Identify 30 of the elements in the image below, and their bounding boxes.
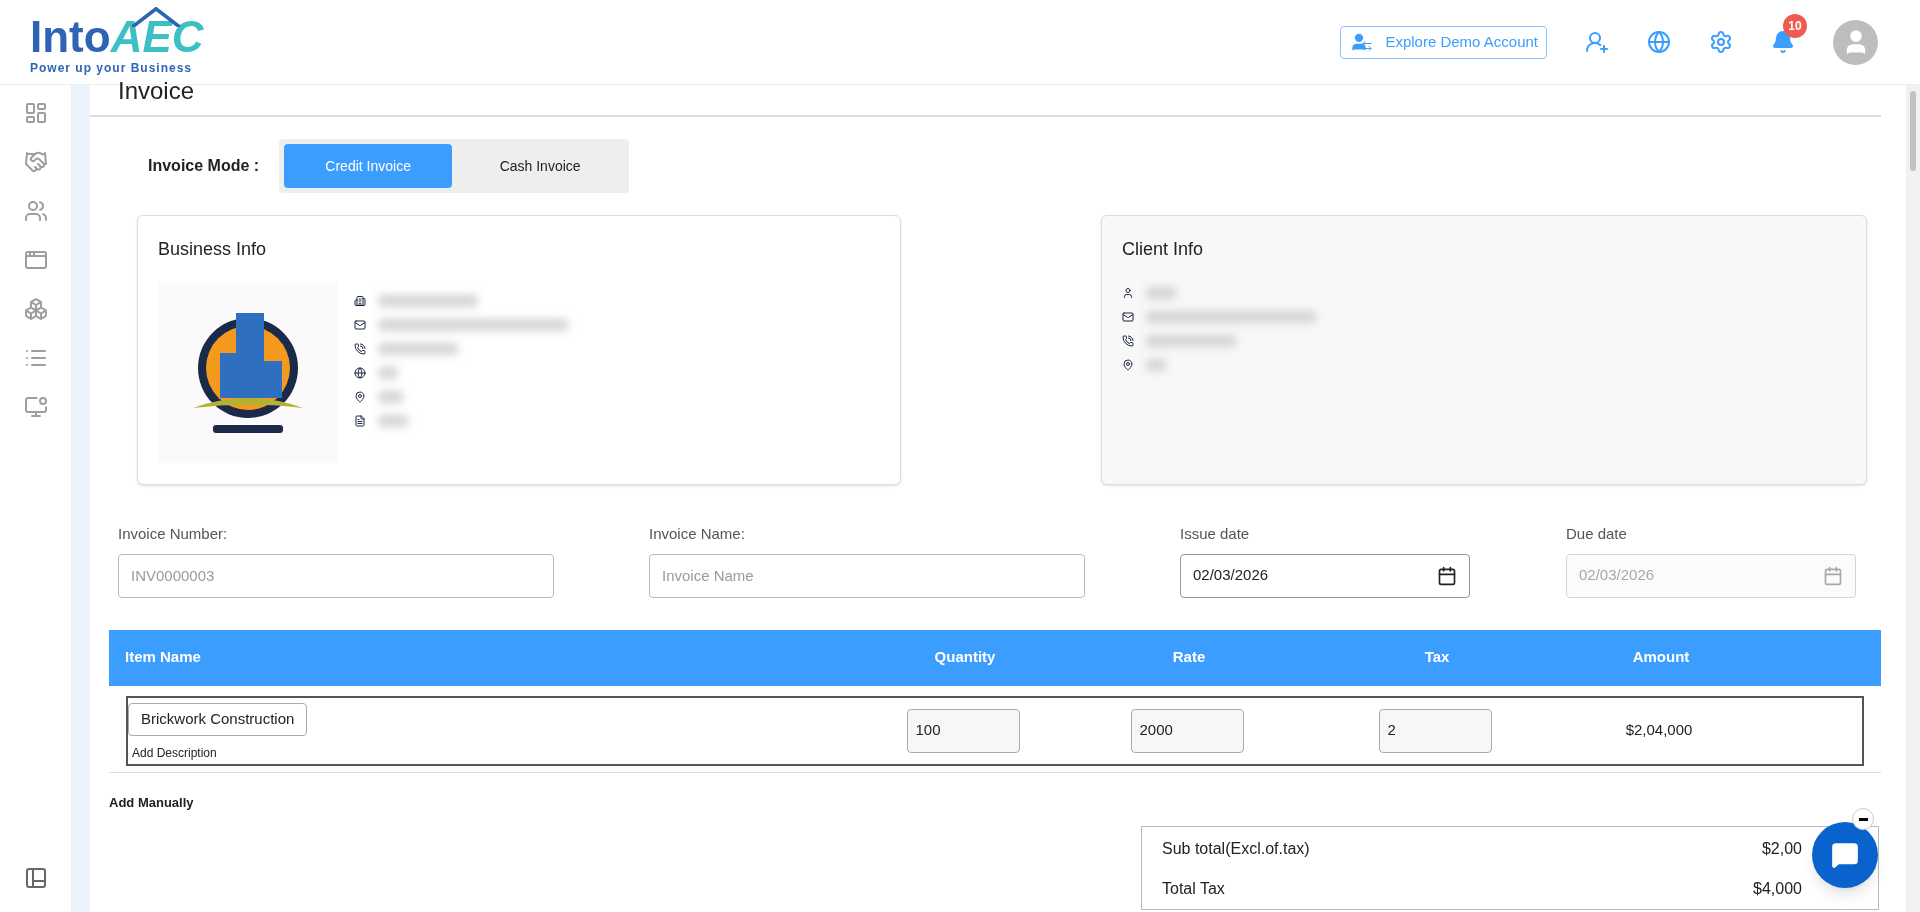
add-description-link[interactable]: Add Description [128,743,217,762]
field-label: Issue date [1180,524,1251,544]
field-label: Invoice Name: [649,524,746,544]
date-field[interactable]: 02/03/2026 [1180,553,1470,598]
notification-badge: 10 [1783,14,1807,38]
column-header: Quantity [933,647,997,668]
input-field[interactable]: INV0000003 [118,553,554,598]
mode-tab[interactable]: Cash Invoice [456,144,625,188]
field-label: Due date [1566,524,1628,544]
tax-field[interactable]: 2 [1378,708,1492,753]
total-label: Sub total(Excl.of.tax) [1162,839,1310,859]
total-value: $4,000 [1753,879,1802,899]
rate-field[interactable]: 2000 [1130,708,1244,753]
card-title: Client Info [1122,238,1205,261]
add-manually-link[interactable]: Add Manually [109,792,1881,812]
total-label: Total Tax [1162,879,1225,899]
column-header: Tax [1423,647,1451,668]
logo[interactable]: IntoAEC Power up your Business [30,7,204,77]
column-header: Rate [1171,647,1207,668]
page-title: Invoice [118,77,195,104]
card-title: Business Info [158,238,268,261]
column-header: Item Name [124,647,202,668]
mode-label: Invoice Mode : [148,156,260,176]
input-field[interactable]: Invoice Name [649,553,1085,598]
total-value: $2,00 [1761,839,1802,859]
amount-text: $2,04,000 [1624,720,1694,741]
item-name-field[interactable]: Brickwork Construction [128,703,308,736]
field-label: Invoice Number: [118,524,229,544]
column-header: Amount [1631,647,1691,668]
quantity-field[interactable]: 100 [906,708,1020,753]
